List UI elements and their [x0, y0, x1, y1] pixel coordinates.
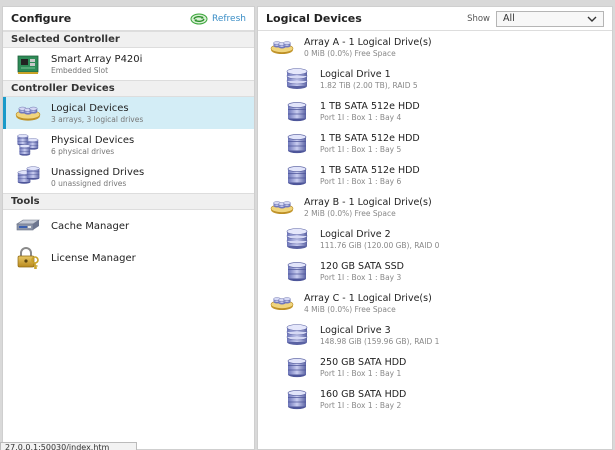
hard-drive-icon — [284, 388, 310, 410]
logical-devices-tree: Array A - 1 Logical Drive(s) 0 MiB (0.0%)… — [258, 31, 612, 415]
physical-drive-row-sub: Port 1I : Box 1 : Bay 6 — [320, 176, 402, 186]
logical-drive-row-sub: 111.76 GiB (120.00 GB), RAID 0 — [320, 240, 440, 250]
raid-controller-icon — [17, 55, 39, 74]
refresh-button[interactable]: Refresh — [190, 13, 246, 25]
physical-drive-row-label: 250 GB SATA HDD — [320, 356, 407, 368]
refresh-label: Refresh — [212, 13, 246, 24]
array-icon — [270, 38, 294, 56]
license-manager-icon — [17, 247, 39, 269]
logical-drive-row-label: Logical Drive 2 — [320, 228, 391, 240]
unassigned-drives-icon — [17, 166, 40, 185]
unassigned-drives-sub: 0 unassigned drives — [51, 178, 127, 188]
physical-drive-row-sub: Port 1I : Box 1 : Bay 5 — [320, 144, 402, 154]
sidebar-item-license-manager[interactable]: License Manager — [3, 242, 254, 274]
physical-drive-row[interactable]: 160 GB SATA HDD Port 1I : Box 1 : Bay 2 — [258, 383, 612, 415]
logical-drive-row[interactable]: Logical Drive 1 1.82 TiB (2.00 TB), RAID … — [258, 63, 612, 95]
sidebar-item-logical-devices[interactable]: Logical Devices 3 arrays, 3 logical driv… — [3, 97, 254, 129]
array-row-sub: 0 MiB (0.0%) Free Space — [304, 48, 396, 58]
physical-drive-row-sub: Port 1I : Box 1 : Bay 2 — [320, 400, 402, 410]
array-row[interactable]: Array B - 1 Logical Drive(s) 2 MiB (0.0%)… — [258, 191, 612, 223]
cache-manager-label: Cache Manager — [51, 220, 130, 232]
sidebar-item-physical-devices[interactable]: Physical Devices 6 physical drives — [3, 129, 254, 161]
physical-drive-row[interactable]: 250 GB SATA HDD Port 1I : Box 1 : Bay 1 — [258, 351, 612, 383]
hard-drive-icon — [284, 260, 310, 282]
logical-drive-row-label: Logical Drive 3 — [320, 324, 391, 336]
physical-drive-row-sub: Port 1I : Box 1 : Bay 4 — [320, 112, 402, 122]
controller-item[interactable]: Smart Array P420i Embedded Slot — [3, 48, 254, 80]
physical-drive-row-label: 120 GB SATA SSD — [320, 260, 404, 272]
hard-drive-icon — [284, 100, 310, 122]
array-row-sub: 4 MiB (0.0%) Free Space — [304, 304, 396, 314]
logical-drive-row[interactable]: Logical Drive 2 111.76 GiB (120.00 GB), R… — [258, 223, 612, 255]
hard-drive-icon — [284, 132, 310, 154]
configure-panel: Configure Refresh Selected Controller Sm… — [2, 6, 255, 450]
logical-drive-icon — [284, 324, 310, 346]
array-icon — [270, 294, 294, 312]
logical-devices-header: Logical Devices Show All — [258, 7, 612, 31]
chevron-down-icon — [587, 16, 597, 22]
hard-drive-icon — [284, 356, 310, 378]
license-manager-label: License Manager — [51, 252, 136, 264]
array-row-label: Array A - 1 Logical Drive(s) — [304, 36, 432, 48]
physical-drive-row[interactable]: 1 TB SATA 512e HDD Port 1I : Box 1 : Bay … — [258, 127, 612, 159]
array-icon — [270, 198, 294, 216]
logical-devices-label: Logical Devices — [51, 102, 129, 114]
sidebar-item-unassigned-drives[interactable]: Unassigned Drives 0 unassigned drives — [3, 161, 254, 193]
logical-drive-row-label: Logical Drive 1 — [320, 68, 391, 80]
logical-drive-icon — [284, 228, 310, 250]
array-row-label: Array B - 1 Logical Drive(s) — [304, 196, 432, 208]
physical-devices-icon — [17, 134, 39, 156]
physical-drive-row[interactable]: 1 TB SATA 512e HDD Port 1I : Box 1 : Bay … — [258, 159, 612, 191]
logical-devices-sub: 3 arrays, 3 logical drives — [51, 114, 144, 124]
section-selected-controller: Selected Controller — [3, 31, 254, 48]
cache-manager-icon — [16, 219, 40, 231]
physical-drive-row-sub: Port 1I : Box 1 : Bay 3 — [320, 272, 402, 282]
physical-devices-sub: 6 physical drives — [51, 146, 115, 156]
physical-devices-label: Physical Devices — [51, 134, 135, 146]
show-select-value: All — [503, 13, 515, 24]
physical-drive-row-label: 1 TB SATA 512e HDD — [320, 164, 420, 176]
array-row-label: Array C - 1 Logical Drive(s) — [304, 292, 432, 304]
section-tools: Tools — [3, 193, 254, 210]
logical-devices-icon — [15, 101, 41, 125]
physical-drive-row[interactable]: 120 GB SATA SSD Port 1I : Box 1 : Bay 3 — [258, 255, 612, 287]
configure-title: Configure — [11, 12, 72, 25]
logical-drive-icon — [284, 68, 310, 90]
configure-header: Configure Refresh — [3, 7, 254, 31]
physical-drive-row-label: 1 TB SATA 512e HDD — [320, 132, 420, 144]
section-controller-devices: Controller Devices — [3, 80, 254, 97]
array-row-sub: 2 MiB (0.0%) Free Space — [304, 208, 396, 218]
refresh-icon — [190, 13, 208, 24]
show-label: Show — [467, 13, 490, 24]
physical-drive-row[interactable]: 1 TB SATA 512e HDD Port 1I : Box 1 : Bay … — [258, 95, 612, 127]
logical-drive-row-sub: 1.82 TiB (2.00 TB), RAID 5 — [320, 80, 418, 90]
show-select[interactable]: All — [496, 10, 604, 27]
controller-label: Smart Array P420i — [51, 53, 143, 65]
physical-drive-row-label: 1 TB SATA 512e HDD — [320, 100, 420, 112]
logical-drive-row-sub: 148.98 GiB (159.96 GB), RAID 1 — [320, 336, 440, 346]
unassigned-drives-label: Unassigned Drives — [51, 166, 145, 178]
logical-drive-row[interactable]: Logical Drive 3 148.98 GiB (159.96 GB), R… — [258, 319, 612, 351]
physical-drive-row-label: 160 GB SATA HDD — [320, 388, 407, 400]
controller-sub: Embedded Slot — [51, 65, 109, 75]
status-bar-url: 27.0.0.1:50030/index.htm — [0, 442, 137, 450]
hard-drive-icon — [284, 164, 310, 186]
physical-drive-row-sub: Port 1I : Box 1 : Bay 1 — [320, 368, 402, 378]
logical-devices-panel: Logical Devices Show All Array A - 1 Log… — [257, 6, 613, 450]
show-filter: Show All — [467, 10, 604, 27]
sidebar-item-cache-manager[interactable]: Cache Manager — [3, 210, 254, 242]
logical-devices-title: Logical Devices — [266, 12, 362, 25]
array-row[interactable]: Array A - 1 Logical Drive(s) 0 MiB (0.0%)… — [258, 31, 612, 63]
array-row[interactable]: Array C - 1 Logical Drive(s) 4 MiB (0.0%)… — [258, 287, 612, 319]
